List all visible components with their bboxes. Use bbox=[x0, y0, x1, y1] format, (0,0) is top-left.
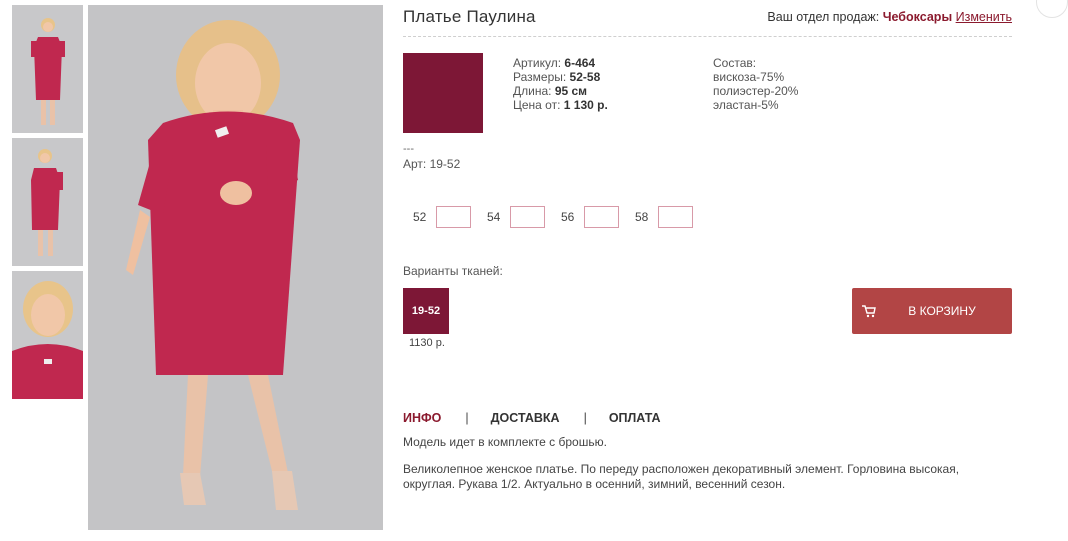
description-line-1: Модель идет в комплекте с брошью. bbox=[403, 435, 607, 449]
tab-delivery[interactable]: ДОСТАВКА bbox=[491, 411, 560, 425]
composition-item: эластан-5% bbox=[713, 98, 779, 112]
divider bbox=[403, 36, 1012, 37]
composition-item: полиэстер-20% bbox=[713, 84, 799, 98]
product-title: Платье Паулина bbox=[403, 7, 536, 26]
thumbnail-2[interactable] bbox=[12, 138, 83, 266]
tab-info[interactable]: ИНФО bbox=[403, 411, 441, 425]
size-label-56: 56 bbox=[561, 210, 575, 224]
length-value: 95 см bbox=[554, 84, 588, 98]
variant-code: 19-52 bbox=[411, 305, 441, 317]
composition: Состав: вискоза-75% полиэстер-20% эласта… bbox=[713, 56, 798, 112]
size-label-58: 58 bbox=[635, 210, 649, 224]
thumbnail-1[interactable] bbox=[12, 5, 83, 133]
article-value: 6-464 bbox=[564, 56, 596, 70]
size-label-54: 54 bbox=[487, 210, 501, 224]
close-icon[interactable] bbox=[1036, 0, 1068, 18]
dept-label: Ваш отдел продаж: bbox=[767, 10, 883, 24]
thumbnail-3[interactable] bbox=[12, 271, 83, 399]
add-to-cart-button[interactable]: В КОРЗИНУ bbox=[852, 288, 1012, 334]
price-value: 1 130 р. bbox=[563, 98, 608, 112]
art-code: Арт: 19-52 bbox=[403, 157, 461, 171]
size-quantity-row: 52 54 56 58 bbox=[413, 206, 709, 228]
qty-input-58[interactable] bbox=[658, 206, 693, 228]
art-dash: --- bbox=[403, 143, 414, 155]
sizes-value: 52-58 bbox=[569, 70, 601, 84]
variants-label: Варианты тканей: bbox=[403, 264, 503, 278]
product-specs: Артикул: 6-464 Размеры: 52-58 Длина: 95 … bbox=[513, 56, 608, 112]
tab-payment[interactable]: ОПЛАТА bbox=[609, 411, 661, 425]
main-product-image bbox=[88, 5, 383, 530]
qty-input-52[interactable] bbox=[436, 206, 471, 228]
fabric-variant[interactable]: 19-52 bbox=[403, 288, 449, 334]
description-line-2: Великолепное женское платье. По переду р… bbox=[403, 462, 960, 491]
cart-icon bbox=[852, 304, 886, 318]
composition-item: вискоза-75% bbox=[713, 70, 785, 84]
qty-input-56[interactable] bbox=[584, 206, 619, 228]
size-label-52: 52 bbox=[413, 210, 427, 224]
tab-separator: | bbox=[465, 411, 469, 425]
composition-label: Состав: bbox=[713, 56, 757, 70]
change-dept-link[interactable]: Изменить bbox=[956, 10, 1012, 24]
tab-separator: | bbox=[583, 411, 587, 425]
sales-department: Ваш отдел продаж: Чебоксары Изменить bbox=[767, 10, 1012, 24]
qty-input-54[interactable] bbox=[510, 206, 545, 228]
fabric-swatch bbox=[403, 53, 483, 133]
cart-label: В КОРЗИНУ bbox=[908, 304, 976, 318]
dept-city: Чебоксары bbox=[882, 10, 953, 24]
variant-price: 1130 р. bbox=[409, 337, 445, 349]
info-tabs: ИНФО | ДОСТАВКА | ОПЛАТА bbox=[403, 411, 661, 425]
